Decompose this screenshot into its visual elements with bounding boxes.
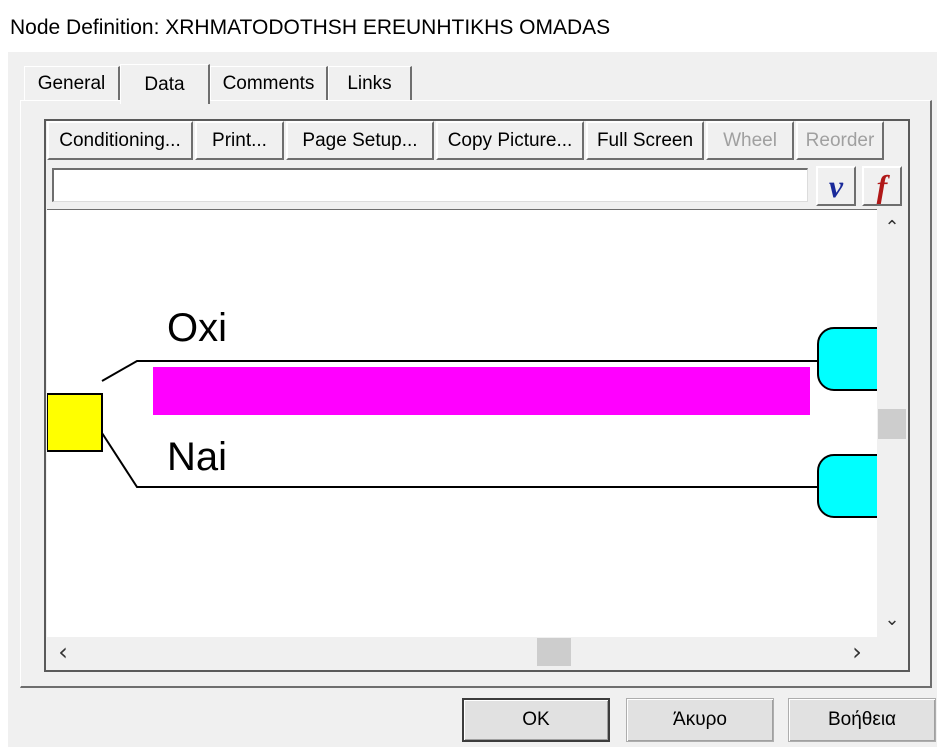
- probability-bar: [153, 367, 810, 415]
- vertical-scroll-thumb[interactable]: [878, 409, 906, 439]
- branch-label-nai[interactable]: Nai: [167, 435, 227, 480]
- window-title: Node Definition: XRHMATODOTHSH EREUNHTIK…: [10, 16, 611, 39]
- conditioning-button[interactable]: Conditioning...: [47, 121, 193, 160]
- scroll-down-icon[interactable]: ⌄: [880, 607, 904, 631]
- ok-button[interactable]: OK: [462, 698, 610, 742]
- vertical-scrollbar[interactable]: ⌃ ⌄: [877, 209, 907, 637]
- copy-picture-button[interactable]: Copy Picture...: [436, 121, 584, 160]
- tab-links[interactable]: Links: [328, 66, 412, 100]
- tab-general[interactable]: General: [24, 66, 120, 100]
- formula-input[interactable]: [52, 168, 808, 202]
- full-screen-button[interactable]: Full Screen: [586, 121, 704, 160]
- reorder-button[interactable]: Reorder: [796, 121, 884, 160]
- scroll-right-icon[interactable]: ›: [845, 638, 869, 666]
- tab-data[interactable]: Data: [120, 64, 210, 104]
- print-button[interactable]: Print...: [195, 121, 284, 160]
- decision-tree-canvas[interactable]: Oxi Nai: [47, 209, 877, 638]
- help-button[interactable]: Βοήθεια: [788, 698, 936, 742]
- scroll-left-icon[interactable]: ‹: [51, 638, 75, 666]
- function-f-icon: f: [876, 168, 888, 204]
- horizontal-scrollbar[interactable]: ‹ ›: [47, 637, 877, 667]
- terminal-node-oxi: [817, 327, 877, 391]
- decision-tree-diagram: [47, 327, 877, 518]
- scrollbar-corner: [877, 637, 907, 667]
- scroll-up-icon[interactable]: ⌃: [880, 215, 904, 239]
- chance-node: [47, 393, 103, 452]
- value-v-icon: v: [828, 168, 844, 204]
- branch-label-oxi[interactable]: Oxi: [167, 306, 227, 351]
- terminal-node-nai: [817, 454, 877, 518]
- page-setup-button[interactable]: Page Setup...: [286, 121, 434, 160]
- value-button[interactable]: v: [816, 166, 856, 206]
- cancel-button[interactable]: Άκυρο: [626, 698, 774, 742]
- wheel-button[interactable]: Wheel: [706, 121, 794, 160]
- tab-comments[interactable]: Comments: [210, 66, 328, 100]
- horizontal-scroll-thumb[interactable]: [537, 638, 571, 666]
- function-button[interactable]: f: [862, 166, 902, 206]
